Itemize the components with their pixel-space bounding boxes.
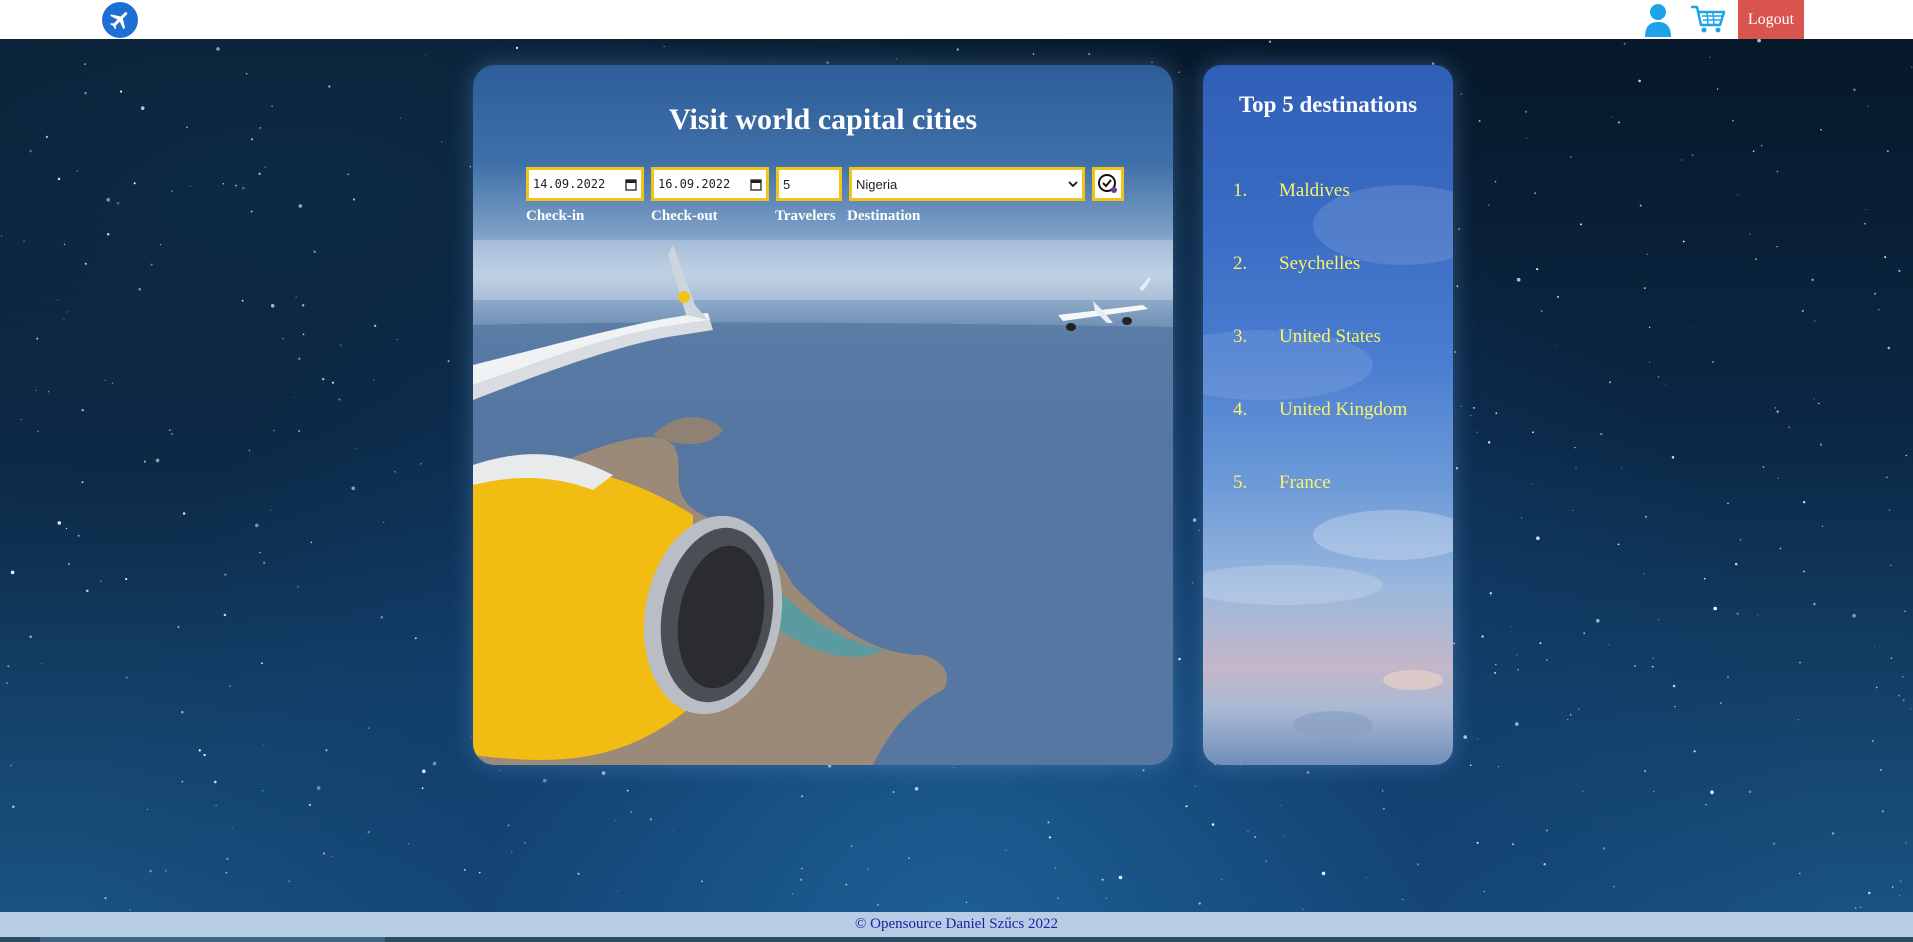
top-navbar: Logout bbox=[0, 0, 1913, 39]
bottom-strip bbox=[0, 937, 1913, 942]
destination-name: France bbox=[1279, 472, 1331, 493]
calendar-icon[interactable] bbox=[750, 178, 762, 191]
destination-name: United States bbox=[1279, 326, 1381, 347]
search-title: Visit world capital cities bbox=[668, 103, 977, 136]
destination-name: Seychelles bbox=[1279, 253, 1361, 274]
airplane-logo-icon[interactable] bbox=[102, 2, 138, 38]
checkout-date-input[interactable]: 16.09.2022 bbox=[651, 167, 769, 201]
destination-item[interactable]: 5. France bbox=[1233, 472, 1407, 545]
destination-number: 4. bbox=[1233, 399, 1248, 420]
destination-item[interactable]: 3. United States bbox=[1233, 326, 1407, 399]
destinations-list: 1. Maldives 2. Seychelles 3. United Stat… bbox=[1233, 180, 1407, 545]
destination-name: Maldives bbox=[1279, 180, 1350, 201]
destination-value: Nigeria bbox=[856, 176, 898, 192]
destination-label: Destination bbox=[847, 208, 921, 224]
travelers-label: Travelers bbox=[775, 208, 836, 224]
destination-number: 5. bbox=[1233, 472, 1248, 493]
checkin-value: 14.09.2022 bbox=[533, 177, 606, 191]
checkout-label: Check-out bbox=[651, 208, 718, 224]
destination-number: 1. bbox=[1233, 180, 1248, 201]
destination-number: 2. bbox=[1233, 253, 1248, 274]
search-submit-button[interactable] bbox=[1092, 167, 1124, 201]
shopping-cart-icon[interactable] bbox=[1690, 4, 1726, 34]
destination-item[interactable]: 4. United Kingdom bbox=[1233, 399, 1407, 472]
footer: © Opensource Daniel Szűcs 2022 bbox=[0, 912, 1913, 937]
checkin-label: Check-in bbox=[526, 208, 585, 224]
travelers-value: 5 bbox=[783, 176, 791, 192]
destination-number: 3. bbox=[1233, 326, 1248, 347]
search-form: 14.09.2022 16.09.2022 5 Nigeria bbox=[526, 167, 1124, 201]
destination-select[interactable]: Nigeria bbox=[849, 167, 1085, 201]
calendar-icon[interactable] bbox=[625, 178, 637, 191]
top-destinations-card: Top 5 destinations 1. Maldives 2. Seyche… bbox=[1203, 65, 1453, 765]
destination-item[interactable]: 2. Seychelles bbox=[1233, 253, 1407, 326]
footer-copyright: © Opensource Daniel Szűcs 2022 bbox=[854, 916, 1058, 932]
checkin-date-input[interactable]: 14.09.2022 bbox=[526, 167, 644, 201]
checkout-value: 16.09.2022 bbox=[658, 177, 731, 191]
destination-name: United Kingdom bbox=[1279, 399, 1408, 420]
check-circle-icon bbox=[1098, 174, 1117, 193]
search-labels: Check-in Check-out Travelers Destination bbox=[526, 208, 920, 225]
user-icon[interactable] bbox=[1643, 3, 1673, 37]
search-card: Visit world capital cities 14.09.2022 16… bbox=[473, 65, 1173, 765]
logout-button[interactable]: Logout bbox=[1738, 0, 1804, 39]
chevron-down-icon bbox=[1068, 181, 1078, 188]
travelers-input[interactable]: 5 bbox=[776, 167, 842, 201]
top-destinations-title: Top 5 destinations bbox=[1238, 92, 1418, 117]
destination-item[interactable]: 1. Maldives bbox=[1233, 180, 1407, 253]
